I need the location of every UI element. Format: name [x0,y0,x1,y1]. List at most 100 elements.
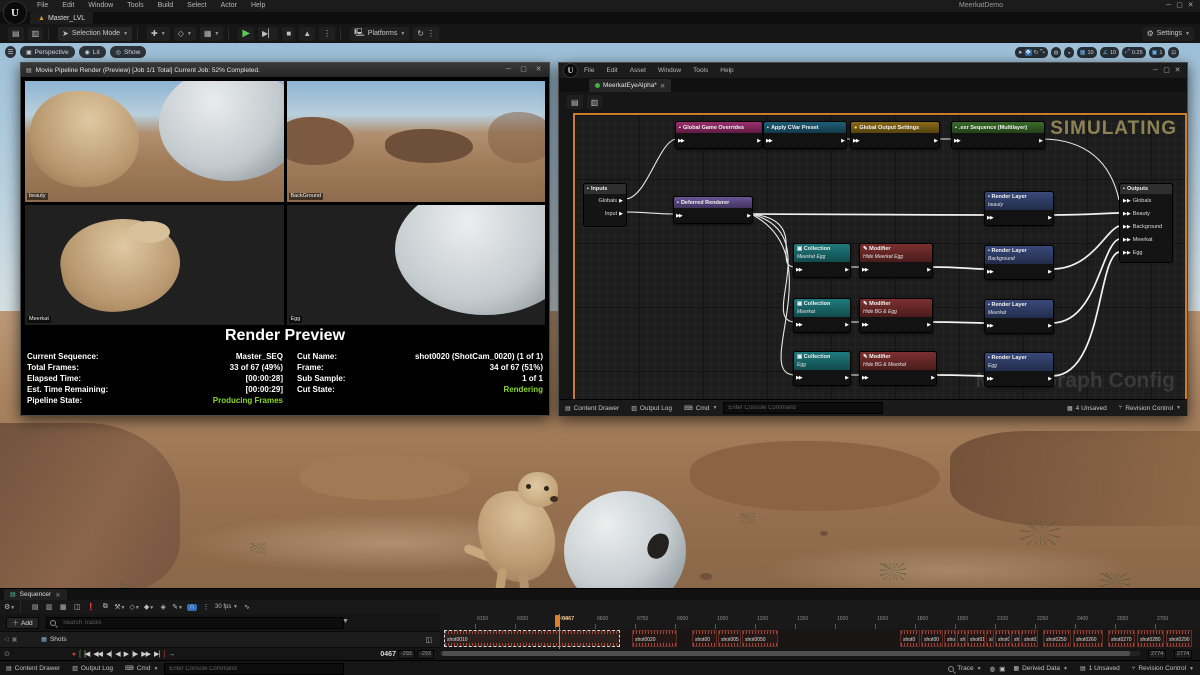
render-window-titlebar[interactable]: ▤ Movie Pipeline Render (Preview) [Job 1… [21,63,549,77]
input-pin[interactable]: ▶▶ [853,138,859,144]
graph-unsaved-button[interactable]: ▦4 Unsaved [1061,400,1113,416]
input-pin[interactable]: ▶▶ [1123,198,1131,204]
input-pin[interactable]: ▶▶ [796,322,802,328]
input-pin[interactable]: ▶▶ [766,138,772,144]
shot-clip[interactable]: shot01 [967,630,985,647]
timeline-scrollbar[interactable] [440,651,1140,656]
graph-close-button[interactable]: ✕ [1172,65,1183,77]
output-pin[interactable]: ▶ [1048,323,1051,329]
camera-cut-icon[interactable]: ◫ [425,636,432,644]
shot-clip[interactable]: sl [986,630,994,647]
input-pin[interactable]: ▶▶ [796,267,802,273]
select-tool-icon[interactable]: ➤ [1018,50,1023,56]
sequencer-timeline[interactable]: 0150030004500600075009001050120013501500… [440,614,1200,661]
scale-snap-toggle[interactable]: ⤢0.25 [1122,47,1146,58]
menu-select[interactable]: Select [180,0,213,12]
recompile-button[interactable]: ↻⋮ [413,27,439,41]
revision-control-dropdown[interactable]: ⑂Revision Control▼ [1126,661,1200,675]
input-pin[interactable]: ▶▶ [1123,224,1131,230]
node-global-output-settings[interactable]: ●Global Output Settings ▶▶▶ [850,121,940,149]
browse-sequence-button[interactable]: ▥ [44,603,54,611]
shot-clip[interactable]: shot0290 [1166,630,1192,647]
shot-clip[interactable]: shot01 [1021,630,1038,647]
play-to-next-button[interactable]: → [168,651,174,658]
move-tool-icon[interactable]: ✥ [1025,49,1032,56]
browse-content-button[interactable]: ▥ [28,27,44,41]
output-pin[interactable]: ▶ [934,138,937,144]
unreal-logo-icon[interactable]: U [3,1,27,25]
node-collection-egg[interactable]: ▣ CollectionEgg ▶▶▶ [793,351,851,386]
output-pin[interactable]: ▶ [619,198,623,204]
shot-clip[interactable]: shot0050 [742,630,778,647]
graph-asset-tab[interactable]: MeerkatEyeAlpha* ✕ [589,79,671,92]
graph-console-input[interactable] [723,402,883,414]
jump-back-button[interactable]: ◀◀ [93,650,102,658]
output-pin[interactable]: ▶ [845,375,848,381]
save-button[interactable]: ▤ [8,27,24,41]
save-sequence-button[interactable]: ▤ [30,603,40,611]
add-actor-dropdown[interactable]: ✚▼ [147,27,170,41]
scale-tool-icon[interactable]: ⤡ [1040,49,1044,56]
node-global-game-overrides[interactable]: ▪Global Game Overrides ▶▶▶ [675,121,763,149]
menu-file[interactable]: File [30,0,55,12]
shot-clip[interactable]: shot0 [995,630,1010,647]
output-pin[interactable]: ▶ [747,213,750,219]
node-inputs[interactable]: ▪Inputs Globals▶ Input▶ [583,183,627,227]
output-pin[interactable]: ▶ [757,138,760,144]
shot-clip[interactable]: shot0280 [1137,630,1164,647]
graph-menu-tools[interactable]: Tools [687,64,714,78]
menu-help[interactable]: Help [244,0,272,12]
platforms-dropdown[interactable]: 🖳Platforms▼ [350,27,409,41]
shot-clip[interactable]: shot0250 [1043,630,1071,647]
range-start-field[interactable]: -293 [398,650,415,659]
graph-menu-help[interactable]: Help [714,64,739,78]
grid-snap-toggle[interactable]: ▦10 [1077,47,1097,58]
graph-canvas[interactable]: SIMULATING Movie Graph Config [573,113,1187,401]
graph-menu-edit[interactable]: Edit [600,64,623,78]
world-local-toggle[interactable]: ◍ [1051,47,1062,58]
range-end2-field[interactable]: 2774 [1174,650,1192,659]
jump-forward-button[interactable]: ▶▶ [141,650,150,658]
notifications-icon[interactable]: ▣ [997,661,1007,675]
graph-maximize-button[interactable]: ▢ [1161,65,1172,77]
set-start-button[interactable]: [ [79,651,80,658]
render-minimize-button[interactable]: ─ [503,64,514,76]
shots-track-row[interactable]: ◁ ▣ ▦Shots ◫ [0,631,440,648]
render-movie-button[interactable]: ▦ [58,603,68,611]
step-forward-button[interactable]: |▶ [132,650,137,658]
node-apply-cvar-preset[interactable]: ▪Apply CVar Preset ▶▶▶ [763,121,847,149]
input-pin[interactable]: ▶▶ [862,267,868,273]
input-pin[interactable]: ▶▶ [987,376,993,382]
rotate-tool-icon[interactable]: ↻ [1034,50,1039,56]
render-close-button[interactable]: ✕ [533,64,544,76]
node-outputs[interactable]: ▪Outputs ▶▶Globals ▶▶Beauty ▶▶Background… [1119,183,1173,263]
search-tracks-input[interactable] [59,619,340,627]
actions-dropdown[interactable]: ⚒▼ [114,603,125,611]
range-end-field[interactable]: 2774 [1148,650,1166,659]
graph-output-log-button[interactable]: ▥Output Log [625,400,678,416]
blueprints-dropdown[interactable]: ◇▼ [174,27,196,41]
filter-icon[interactable]: ▼ [342,618,349,625]
messages-icon[interactable]: ◍ [988,661,998,675]
input-pin[interactable]: ▶▶ [796,375,802,381]
sequencer-tab[interactable]: ▤ Sequencer ✕ [4,589,67,600]
shot-clip[interactable]: shot005 [718,630,741,647]
shot-clip[interactable]: shot00 [921,630,943,647]
graph-revision-control-dropdown[interactable]: ⑂Revision Control▼ [1113,400,1187,416]
graph-cmd-dropdown[interactable]: ⌨Cmd▼ [678,400,723,416]
timeline-ruler[interactable]: 0150030004500600075009001050120013501500… [440,614,1200,630]
input-pin[interactable]: ▶▶ [862,322,868,328]
cmd-dropdown[interactable]: ⌨Cmd▼ [119,661,164,675]
range-start2-field[interactable]: -293 [417,650,434,659]
sequencer-options-dropdown[interactable]: ⚙▼ [4,603,15,611]
input-pin[interactable]: ▶▶ [987,215,993,221]
graph-menu-asset[interactable]: Asset [624,64,652,78]
current-frame-display[interactable]: 0467 [380,651,396,658]
console-input[interactable] [164,663,344,675]
play-reverse-button[interactable]: ◀ [115,650,119,658]
shot-clip[interactable]: shot0 [900,630,920,647]
level-tab[interactable]: ▲ Master_LVL [30,12,93,24]
fps-dropdown[interactable]: 30 fps ▼ [215,604,238,610]
menu-window[interactable]: Window [81,0,120,12]
input-pin[interactable]: ▶▶ [676,213,682,219]
